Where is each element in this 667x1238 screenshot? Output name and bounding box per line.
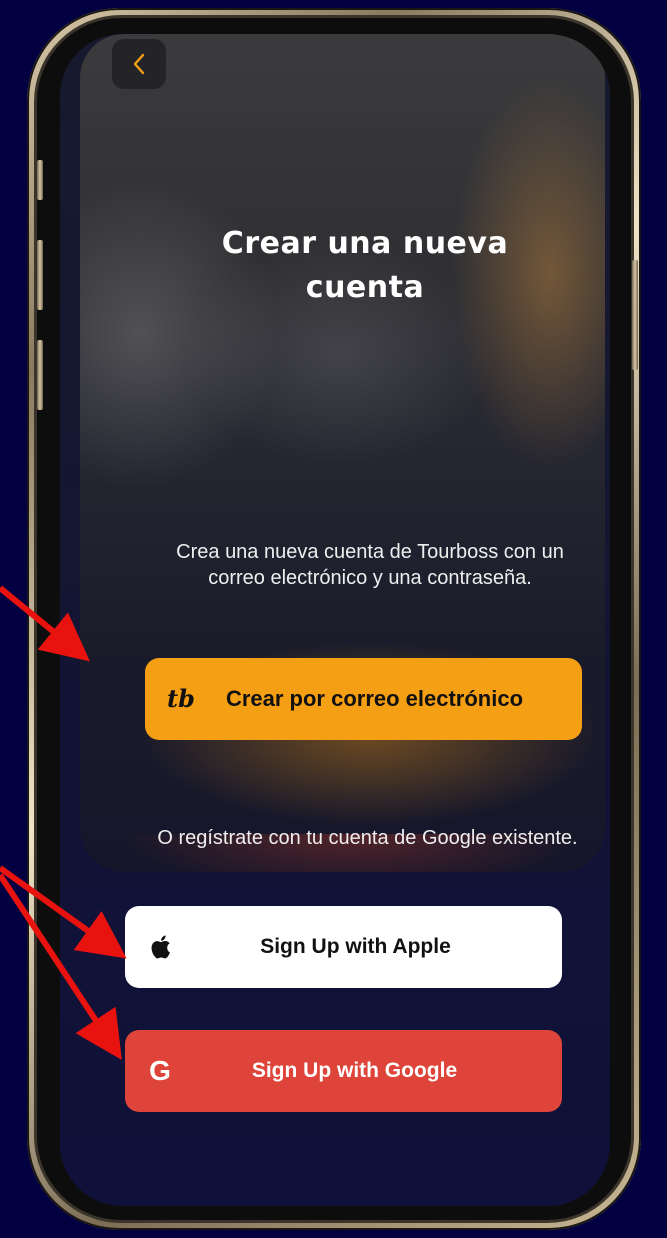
- page-title: Crear una nueva cuenta: [221, 226, 509, 305]
- mute-switch: [37, 160, 43, 200]
- back-button[interactable]: [112, 39, 166, 89]
- tourboss-logo-icon: tb: [167, 684, 195, 713]
- hero-card: Crear una nueva cuenta Crea una nueva cu…: [80, 34, 605, 872]
- create-by-email-label: Crear por correo electrónico: [225, 686, 524, 711]
- create-by-email-button[interactable]: tb Crear por correo electrónico: [145, 658, 582, 740]
- stage: Crear una nueva cuenta Crea una nueva cu…: [0, 0, 667, 1238]
- google-g-icon: G: [149, 1055, 171, 1086]
- apple-icon: [151, 935, 170, 959]
- google-prompt-text: O regístrate con tu cuenta de Google exi…: [157, 827, 578, 849]
- chevron-left-icon: [133, 53, 145, 75]
- sign-up-apple-label: Sign Up with Apple: [260, 935, 451, 958]
- power-button: [632, 260, 638, 370]
- page-subtitle: Crea una nueva cuenta de Tourboss con un…: [176, 541, 564, 589]
- sign-up-google-button[interactable]: G Sign Up with Google: [125, 1030, 562, 1112]
- sign-up-google-label: Sign Up with Google: [251, 1059, 458, 1082]
- volume-down-button: [37, 340, 43, 410]
- phone-screen: Crear una nueva cuenta Crea una nueva cu…: [60, 34, 610, 1206]
- sign-up-apple-button[interactable]: Sign Up with Apple: [125, 906, 562, 988]
- volume-up-button: [37, 240, 43, 310]
